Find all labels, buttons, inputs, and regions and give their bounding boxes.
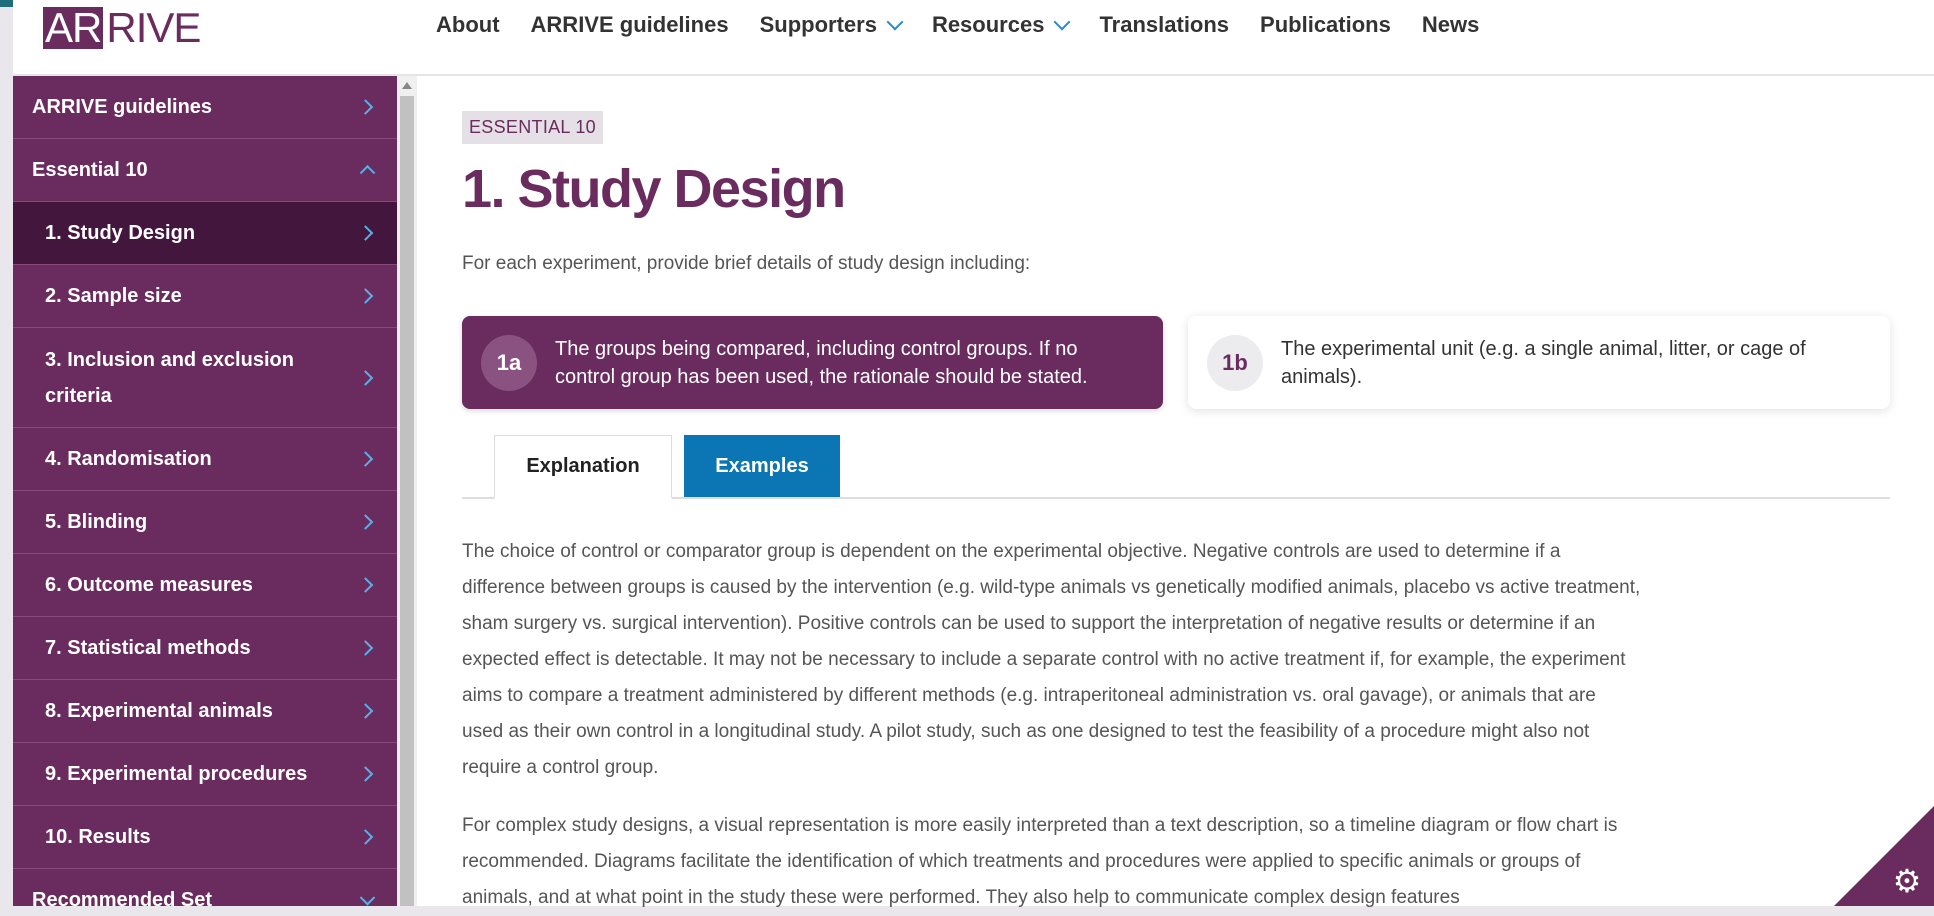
- tab-bar: Explanation Examples: [462, 435, 1890, 499]
- logo-part-ar: AR: [43, 4, 104, 51]
- sidebar-item-label: Essential 10: [32, 158, 148, 181]
- subitem-card-1a[interactable]: 1a The groups being compared, including …: [462, 316, 1163, 409]
- logo-part-rive: RIVE: [106, 4, 201, 51]
- page-frame: AR RIVE About ARRIVE guidelines Supporte…: [13, 0, 1934, 908]
- subitem-text: The experimental unit (e.g. a single ani…: [1281, 337, 1806, 388]
- sidebar-item-blinding[interactable]: 5. Blinding: [13, 491, 397, 554]
- sidebar-item-recommended-set[interactable]: Recommended Set: [13, 869, 397, 906]
- page-title: 1. Study Design: [462, 159, 846, 219]
- sidebar-item-statistical-methods[interactable]: 7. Statistical methods: [13, 617, 397, 680]
- nav-news-label: News: [1421, 12, 1480, 37]
- sidebar-item-experimental-procedures[interactable]: 9. Experimental procedures: [13, 743, 397, 806]
- nav-resources[interactable]: Resources: [931, 12, 1071, 38]
- chevron-right-icon: [357, 225, 374, 241]
- nav-news[interactable]: News: [1422, 12, 1479, 38]
- main-nav: About ARRIVE guidelines Supporters Resou…: [436, 7, 1510, 43]
- chevron-up-icon: [359, 164, 376, 181]
- sidebar-item-label: 9. Experimental procedures: [45, 762, 308, 785]
- sidebar-item-study-design[interactable]: 1. Study Design: [13, 202, 397, 265]
- sidebar-item-essential-10[interactable]: Essential 10: [13, 139, 397, 202]
- sidebar-item-label: 7. Statistical methods: [45, 636, 251, 659]
- sidebar-item-label: 5. Blinding: [45, 510, 148, 533]
- nav-resources-label: Resources: [931, 12, 1045, 37]
- section-badge: ESSENTIAL 10: [462, 111, 603, 144]
- gear-icon[interactable]: ⚙: [1890, 864, 1924, 898]
- tab-examples[interactable]: Examples: [684, 435, 840, 497]
- chevron-right-icon: [357, 369, 374, 386]
- nav-publications-label: Publications: [1260, 12, 1391, 37]
- scroll-up-arrow-icon[interactable]: [402, 82, 412, 89]
- nav-translations[interactable]: Translations: [1099, 12, 1229, 38]
- tab-explanation[interactable]: Explanation: [494, 435, 672, 499]
- nav-supporters[interactable]: Supporters: [759, 12, 904, 38]
- sidebar-item-inclusion-exclusion[interactable]: 3. Inclusion and exclusion criteria: [13, 328, 397, 428]
- arrive-logo[interactable]: AR RIVE: [43, 4, 201, 51]
- chevron-right-icon: [357, 766, 374, 782]
- sidebar: ARRIVE guidelines Essential 10 1. Study …: [13, 76, 397, 906]
- sidebar-item-results[interactable]: 10. Results: [13, 806, 397, 869]
- chevron-right-icon: [357, 451, 374, 467]
- chevron-right-icon: [357, 577, 374, 593]
- scroll-thumb[interactable]: [400, 96, 414, 906]
- explanation-paragraph: The choice of control or comparator grou…: [462, 541, 1641, 778]
- intro-text: For each experiment, provide brief detai…: [462, 253, 1031, 274]
- site-header: AR RIVE About ARRIVE guidelines Supporte…: [13, 7, 1934, 76]
- sidebar-item-randomisation[interactable]: 4. Randomisation: [13, 428, 397, 491]
- sidebar-item-label: Recommended Set: [32, 888, 213, 907]
- sidebar-item-outcome-measures[interactable]: 6. Outcome measures: [13, 554, 397, 617]
- nav-about-label: About: [436, 12, 500, 37]
- sidebar-item-label: ARRIVE guidelines: [32, 95, 213, 118]
- sidebar-item-label: 2. Sample size: [45, 284, 182, 307]
- sidebar-item-label: 4. Randomisation: [45, 447, 212, 470]
- nav-arrive-guidelines[interactable]: ARRIVE guidelines: [531, 12, 729, 38]
- chevron-right-icon: [357, 703, 374, 719]
- sidebar-item-label: 3. Inclusion and exclusion criteria: [45, 348, 294, 407]
- chevron-right-icon: [357, 514, 374, 530]
- nav-translations-label: Translations: [1099, 12, 1230, 37]
- subitem-text: The groups being compared, including con…: [555, 337, 1088, 388]
- sidebar-item-arrive-guidelines[interactable]: ARRIVE guidelines: [13, 76, 397, 139]
- chevron-down-icon: [886, 13, 904, 31]
- chevron-right-icon: [357, 829, 374, 845]
- subitem-card-1b[interactable]: 1b The experimental unit (e.g. a single …: [1188, 316, 1890, 409]
- sidebar-item-experimental-animals[interactable]: 8. Experimental animals: [13, 680, 397, 743]
- sidebar-item-sample-size[interactable]: 2. Sample size: [13, 265, 397, 328]
- sidebar-item-label: 10. Results: [45, 825, 151, 848]
- sidebar-scrollbar[interactable]: [397, 76, 417, 906]
- sidebar-item-label: 8. Experimental animals: [45, 699, 273, 722]
- chevron-right-icon: [357, 288, 374, 304]
- chevron-right-icon: [357, 99, 374, 115]
- sidebar-item-label: 1. Study Design: [45, 221, 196, 244]
- subitem-id-badge: 1a: [481, 334, 537, 391]
- nav-arrive-guidelines-label: ARRIVE guidelines: [530, 12, 729, 37]
- nav-publications[interactable]: Publications: [1260, 12, 1391, 38]
- sidebar-item-label: 6. Outcome measures: [45, 573, 253, 596]
- explanation-paragraph: For complex study designs, a visual repr…: [462, 815, 1618, 908]
- chevron-down-icon: [1053, 13, 1071, 31]
- chevron-down-icon: [359, 890, 376, 906]
- subitem-id-badge: 1b: [1207, 334, 1263, 391]
- chevron-right-icon: [357, 640, 374, 656]
- nav-supporters-label: Supporters: [759, 12, 877, 37]
- nav-about[interactable]: About: [436, 12, 500, 38]
